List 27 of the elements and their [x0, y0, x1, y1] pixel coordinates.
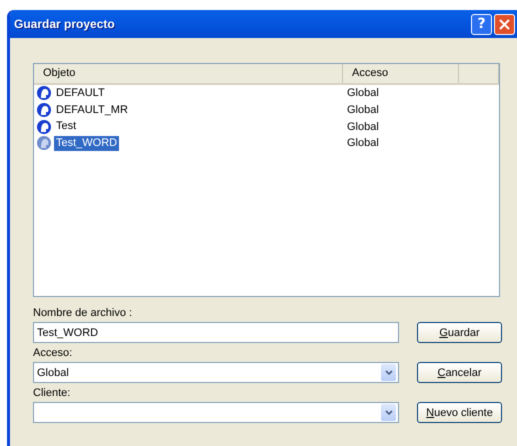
access-cell-text: Global: [346, 87, 380, 100]
dropdown-field[interactable]: Global: [33, 362, 399, 383]
close-button[interactable]: [494, 14, 515, 34]
window-title: Guardar proyecto: [14, 17, 116, 31]
profile-icon: [36, 102, 52, 118]
project-name[interactable]: DEFAULT_MR: [54, 102, 130, 118]
project-name[interactable]: Test: [54, 119, 78, 134]
project-name[interactable]: DEFAULT: [54, 86, 107, 101]
help-button[interactable]: ?: [471, 14, 492, 34]
access-cell-text: Global: [346, 104, 380, 116]
dialog-button[interactable]: Guardar: [417, 322, 502, 343]
dialog-button[interactable]: Nuevo cliente: [417, 402, 502, 423]
close-icon: [499, 18, 510, 30]
column-header[interactable]: Acceso: [343, 64, 459, 83]
access-cell-text: Global: [346, 120, 380, 133]
field-label: Acceso:: [33, 347, 74, 359]
project-name[interactable]: Test_WORD: [54, 136, 120, 151]
dropdown-field[interactable]: [33, 402, 399, 423]
filename-field[interactable]: Test_WORD: [33, 322, 399, 343]
field-label: Cliente:: [33, 387, 72, 399]
profile-icon: [36, 135, 52, 152]
profile-icon: [36, 85, 52, 102]
access-cell-text: Global: [346, 137, 380, 150]
column-header[interactable]: Objeto: [34, 64, 343, 83]
profile-icon: [36, 118, 52, 135]
field-label: Nombre de archivo :: [33, 307, 134, 319]
dialog-button[interactable]: Cancelar: [417, 362, 502, 383]
